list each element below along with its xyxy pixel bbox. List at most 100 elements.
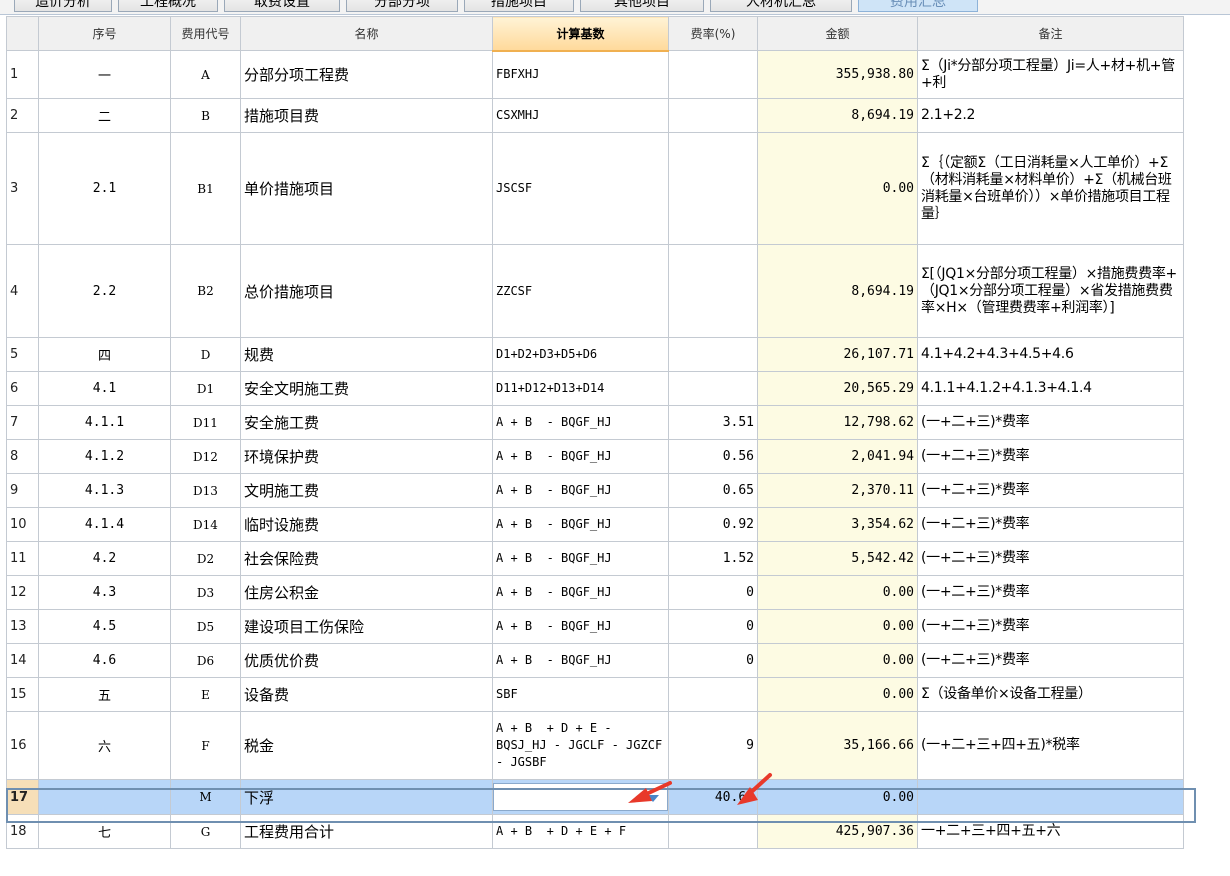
tab-materials-summary[interactable]: 人材机汇总 — [710, 0, 852, 12]
cell-name[interactable]: 安全文明施工费 — [240, 371, 493, 406]
cell-rate[interactable] — [668, 337, 758, 372]
table-row[interactable]: 3 2.1 B1 单价措施项目 JSCSF 0.00 Σ｛（定额Σ（工日消耗量×人工单价）+… — [6, 132, 1184, 245]
table-row[interactable]: 17 M 下浮 40.67 0.00 — [6, 779, 1184, 815]
table-row[interactable]: 10 4.1.4 D14 临时设施费 A + B - BQGF_HJ 0.92 3,354.… — [6, 507, 1184, 542]
cell-rate[interactable] — [668, 677, 758, 712]
table-row[interactable]: 2 二 B 措施项目费 CSXMHJ 8,694.19 2.1+2.2 — [6, 98, 1184, 133]
header-amount[interactable]: 金额 — [757, 16, 918, 51]
header-calc-base[interactable]: 计算基数 — [492, 16, 669, 52]
cell-note[interactable] — [917, 779, 1184, 815]
cell-code[interactable]: D5 — [170, 609, 241, 644]
cell-name[interactable]: 社会保险费 — [240, 541, 493, 576]
header-seq[interactable]: 序号 — [38, 16, 171, 51]
cell-name[interactable]: 下浮 — [240, 779, 493, 815]
cell-seq[interactable]: 4.3 — [38, 575, 171, 610]
cell-calc-base[interactable]: A + B - BQGF_HJ — [492, 439, 669, 474]
cell-note[interactable]: 4.1+4.2+4.3+4.5+4.6 — [917, 337, 1184, 372]
header-rate[interactable]: 费率(%) — [668, 16, 758, 51]
cell-name[interactable]: 环境保护费 — [240, 439, 493, 474]
cell-note[interactable]: Σ（Ji*分部分项工程量）Ji=人+材+机+管+利 — [917, 50, 1184, 99]
tab-project-overview[interactable]: 工程概况 — [118, 0, 218, 12]
chevron-down-icon[interactable] — [647, 795, 659, 802]
table-row[interactable]: 9 4.1.3 D13 文明施工费 A + B - BQGF_HJ 0.65 2,370.1… — [6, 473, 1184, 508]
cell-name[interactable]: 工程费用合计 — [240, 814, 493, 849]
cell-calc-base[interactable]: A + B - BQGF_HJ — [492, 541, 669, 576]
header-code[interactable]: 费用代号 — [170, 16, 241, 51]
cell-rate[interactable] — [668, 371, 758, 406]
table-row[interactable]: 4 2.2 B2 总价措施项目 ZZCSF 8,694.19 Σ[（JQ1×分部分项工程量）… — [6, 244, 1184, 338]
cell-rate[interactable]: 0 — [668, 609, 758, 644]
cell-rate[interactable]: 40.67 — [668, 779, 758, 815]
table-row[interactable]: 16 六 F 税金 A + B + D + E - BQSJ_HJ - JGCLF - … — [6, 711, 1184, 780]
tab-fee-settings[interactable]: 取费设置 — [224, 0, 340, 12]
cell-seq[interactable]: 一 — [38, 50, 171, 99]
cell-code[interactable]: M — [170, 779, 241, 815]
cell-seq[interactable]: 二 — [38, 98, 171, 133]
cell-code[interactable]: D6 — [170, 643, 241, 678]
table-row[interactable]: 8 4.1.2 D12 环境保护费 A + B - BQGF_HJ 0.56 2,041.9… — [6, 439, 1184, 474]
cell-calc-base[interactable]: A + B + D + E + F — [492, 814, 669, 849]
cell-calc-base[interactable]: A + B + D + E - BQSJ_HJ - JGCLF - JGZCF … — [492, 711, 669, 780]
cell-rate[interactable]: 0.65 — [668, 473, 758, 508]
cell-rate[interactable] — [668, 132, 758, 245]
tab-other-items[interactable]: 其他项目 — [580, 0, 704, 12]
cell-seq[interactable]: 4.1 — [38, 371, 171, 406]
cell-rate[interactable]: 0 — [668, 643, 758, 678]
cell-rate[interactable]: 9 — [668, 711, 758, 780]
cell-note[interactable]: (一+二+三)*费率 — [917, 507, 1184, 542]
table-row[interactable]: 6 4.1 D1 安全文明施工费 D11+D12+D13+D14 20,565.29 4.1… — [6, 371, 1184, 406]
cell-code[interactable]: D1 — [170, 371, 241, 406]
cell-rate[interactable]: 0.92 — [668, 507, 758, 542]
cell-calc-base[interactable]: A + B - BQGF_HJ — [492, 507, 669, 542]
tab-subitems[interactable]: 分部分项 — [346, 0, 458, 12]
cell-code[interactable]: D11 — [170, 405, 241, 440]
cell-seq[interactable]: 4.2 — [38, 541, 171, 576]
cell-calc-base[interactable]: A + B - BQGF_HJ — [492, 405, 669, 440]
table-row[interactable]: 1 一 A 分部分项工程费 FBFXHJ 355,938.80 Σ（Ji*分部分项工程量）J… — [6, 50, 1184, 99]
cell-code[interactable]: A — [170, 50, 241, 99]
cell-name[interactable]: 建设项目工伤保险 — [240, 609, 493, 644]
cell-note[interactable]: Σ｛（定额Σ（工日消耗量×人工单价）+Σ（材料消耗量×材料单价）+Σ（机械台班消… — [917, 132, 1184, 245]
cell-note[interactable]: (一+二+三)*费率 — [917, 643, 1184, 678]
cell-seq[interactable]: 六 — [38, 711, 171, 780]
cell-code[interactable]: D13 — [170, 473, 241, 508]
table-row[interactable]: 5 四 D 规费 D1+D2+D3+D5+D6 26,107.71 4.1+4.2+4.3+… — [6, 337, 1184, 372]
cell-code[interactable]: D — [170, 337, 241, 372]
cell-code[interactable]: B2 — [170, 244, 241, 338]
cell-calc-base[interactable]: JSCSF — [492, 132, 669, 245]
cell-calc-base[interactable]: CSXMHJ — [492, 98, 669, 133]
calc-base-dropdown[interactable] — [493, 783, 668, 811]
cell-note[interactable]: 一+二+三+四+五+六 — [917, 814, 1184, 849]
cell-note[interactable]: Σ[（JQ1×分部分项工程量）×措施费费率+（JQ1×分部分项工程量）×省发措施… — [917, 244, 1184, 338]
cell-name[interactable]: 优质优价费 — [240, 643, 493, 678]
cell-calc-base[interactable]: SBF — [492, 677, 669, 712]
cell-note[interactable]: (一+二+三)*费率 — [917, 609, 1184, 644]
cell-seq[interactable]: 2.2 — [38, 244, 171, 338]
cell-code[interactable]: D14 — [170, 507, 241, 542]
tab-cost-analysis[interactable]: 造价分析 — [14, 0, 112, 12]
cell-name[interactable]: 设备费 — [240, 677, 493, 712]
cell-name[interactable]: 单价措施项目 — [240, 132, 493, 245]
cell-rate[interactable] — [668, 50, 758, 99]
tab-measures[interactable]: 措施项目 — [464, 0, 574, 12]
cell-rate[interactable]: 0.56 — [668, 439, 758, 474]
cell-code[interactable]: D2 — [170, 541, 241, 576]
header-name[interactable]: 名称 — [240, 16, 493, 51]
cell-seq[interactable]: 四 — [38, 337, 171, 372]
cell-calc-base[interactable]: D11+D12+D13+D14 — [492, 371, 669, 406]
cell-rate[interactable] — [668, 98, 758, 133]
table-row[interactable]: 11 4.2 D2 社会保险费 A + B - BQGF_HJ 1.52 5,542.42(… — [6, 541, 1184, 576]
cell-code[interactable]: G — [170, 814, 241, 849]
cell-name[interactable]: 措施项目费 — [240, 98, 493, 133]
cell-note[interactable]: 4.1.1+4.1.2+4.1.3+4.1.4 — [917, 371, 1184, 406]
cell-calc-base[interactable]: A + B - BQGF_HJ — [492, 609, 669, 644]
cell-name[interactable]: 税金 — [240, 711, 493, 780]
header-note[interactable]: 备注 — [917, 16, 1184, 51]
cell-calc-base[interactable]: D1+D2+D3+D5+D6 — [492, 337, 669, 372]
table-row[interactable]: 12 4.3 D3 住房公积金 A + B - BQGF_HJ 0 0.00 (一+二+三)*… — [6, 575, 1184, 610]
cell-rate[interactable] — [668, 814, 758, 849]
cell-seq[interactable]: 4.5 — [38, 609, 171, 644]
cell-calc-base[interactable]: FBFXHJ — [492, 50, 669, 99]
table-row[interactable]: 15 五 E 设备费 SBF 0.00 Σ（设备单价×设备工程量） — [6, 677, 1184, 712]
cell-code[interactable]: B1 — [170, 132, 241, 245]
